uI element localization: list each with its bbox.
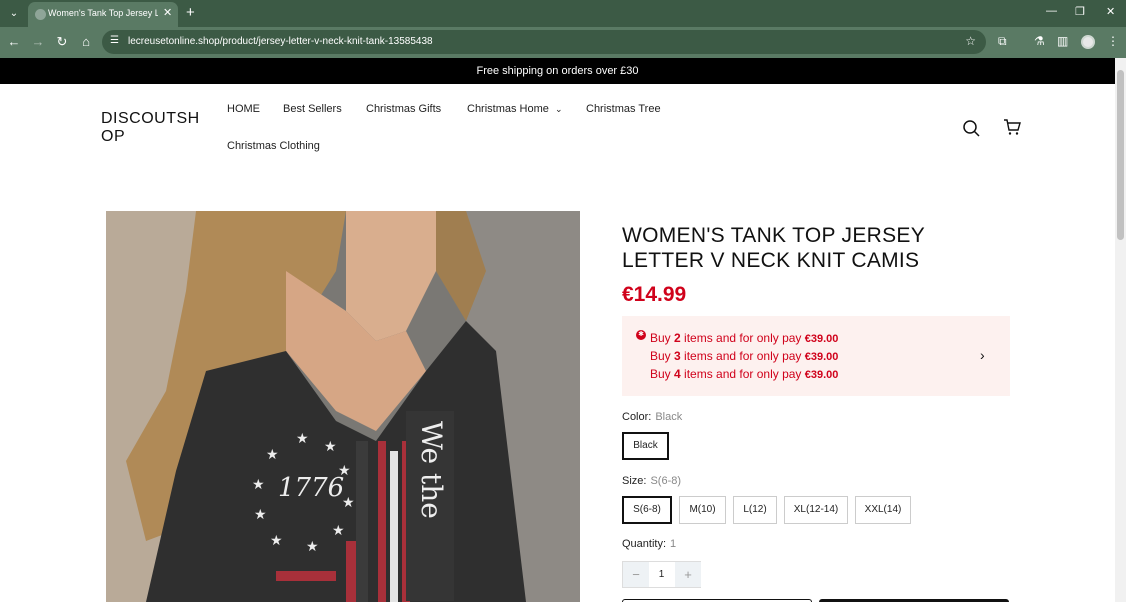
tab-close-icon[interactable]: ✕ [163,6,172,19]
quantity-stepper: − 1 + [622,561,701,588]
product-title: WOMEN'S TANK TOP JERSEY LETTER V NECK KN… [622,224,925,272]
size-option-m[interactable]: M(10) [679,496,726,524]
nav-christmas-clothing[interactable]: Christmas Clothing [227,140,320,152]
window-close-icon[interactable]: ✕ [1106,5,1115,18]
size-option-s[interactable]: S(6-8) [622,496,672,524]
extensions-icon[interactable]: ⧉ [998,34,1007,49]
chevron-down-icon: ⌄ [554,104,563,114]
bundle-promo-box[interactable]: ✱ Buy 2 items and for only pay €39.00 Bu… [622,316,1010,396]
bookmark-star-icon[interactable]: ☆ [965,34,976,48]
menu-dots-icon[interactable]: ⋮ [1107,34,1119,48]
home-icon[interactable]: ⌂ [78,34,94,49]
cart-icon[interactable] [1003,118,1021,136]
forward-icon[interactable]: → [30,34,46,49]
announcement-bar: Free shipping on orders over £30 [0,58,1115,84]
url-text: lecreusetonline.shop/product/jersey-lett… [128,36,433,47]
favicon-icon [35,9,46,20]
browser-toolbar: ← → ↻ ⌂ ☰ lecreusetonline.shop/product/j… [0,27,1126,58]
print-year-text: 1776 [278,473,344,503]
nav-home[interactable]: HOME [227,103,260,115]
product-photo: We the ★ ★ ★ ★ ★ ★ ★ ★ ★ ★ 1776 [106,211,580,602]
quantity-label: Quantity: 1 [622,538,677,550]
browser-tab[interactable]: Women's Tank Top Jersey Letter V Neck Kn… [28,2,178,27]
quantity-input[interactable]: 1 [649,562,674,587]
color-label: Color: Black [622,411,683,423]
restore-icon[interactable]: ❐ [1075,5,1085,18]
nav-best-sellers[interactable]: Best Sellers [283,103,342,115]
reload-icon[interactable]: ↻ [54,34,70,50]
size-option-xl[interactable]: XL(12-14) [784,496,848,524]
svg-text:★: ★ [266,447,279,463]
minimize-icon[interactable]: — [1046,5,1057,17]
scrollbar-thumb[interactable] [1117,70,1124,240]
svg-text:★: ★ [306,539,319,555]
search-icon[interactable] [962,119,980,137]
tab-title: Women's Tank Top Jersey Letter V Neck Kn… [48,8,158,18]
profile-avatar-icon[interactable] [1081,35,1095,49]
page-scrollbar[interactable] [1115,58,1126,602]
svg-text:★: ★ [252,477,265,493]
svg-text:★: ★ [332,523,345,539]
svg-text:★: ★ [324,439,337,455]
quantity-display-value: 1 [670,538,677,550]
svg-text:We the: We the [415,421,448,519]
side-panel-icon[interactable]: ▥ [1057,34,1068,48]
promo-gift-icon: ✱ [636,330,646,340]
size-option-l[interactable]: L(12) [733,496,777,524]
tab-search-icon[interactable]: ⌄ [6,6,22,22]
nav-christmas-home-label: Christmas Home [467,103,549,115]
new-tab-icon[interactable]: + [186,4,195,21]
size-selected-value: S(6-8) [650,475,682,487]
address-bar[interactable]: ☰ lecreusetonline.shop/product/jersey-le… [102,30,986,54]
size-label: Size: S(6-8) [622,475,682,487]
svg-text:★: ★ [254,507,267,523]
size-option-xxl[interactable]: XXL(14) [855,496,911,524]
promo-line: Buy 3 items and for only pay €39.00 [650,349,839,363]
nav-christmas-tree[interactable]: Christmas Tree [586,103,661,115]
product-price: €14.99 [622,283,687,306]
color-selected-value: Black [655,411,683,423]
chevron-right-icon[interactable]: › [980,347,985,363]
promo-line: Buy 4 items and for only pay €39.00 [650,367,839,381]
labs-icon[interactable]: ⚗ [1034,34,1045,48]
store-logo[interactable]: DISCOUTSHOP [101,110,211,146]
nav-christmas-gifts[interactable]: Christmas Gifts [366,103,441,115]
svg-text:★: ★ [296,431,309,447]
nav-christmas-home[interactable]: Christmas Home ⌄ [467,103,563,115]
site-info-icon[interactable]: ☰ [110,35,119,46]
product-image[interactable]: We the ★ ★ ★ ★ ★ ★ ★ ★ ★ ★ 1776 [106,211,580,602]
color-option-black[interactable]: Black [622,432,669,460]
browser-tab-bar: ⌄ Women's Tank Top Jersey Letter V Neck … [0,0,1126,27]
svg-text:★: ★ [270,533,283,549]
quantity-decrease-button[interactable]: − [623,562,649,587]
quantity-increase-button[interactable]: + [675,562,701,587]
promo-line: Buy 2 items and for only pay €39.00 [650,331,839,345]
back-icon[interactable]: ← [6,34,22,49]
